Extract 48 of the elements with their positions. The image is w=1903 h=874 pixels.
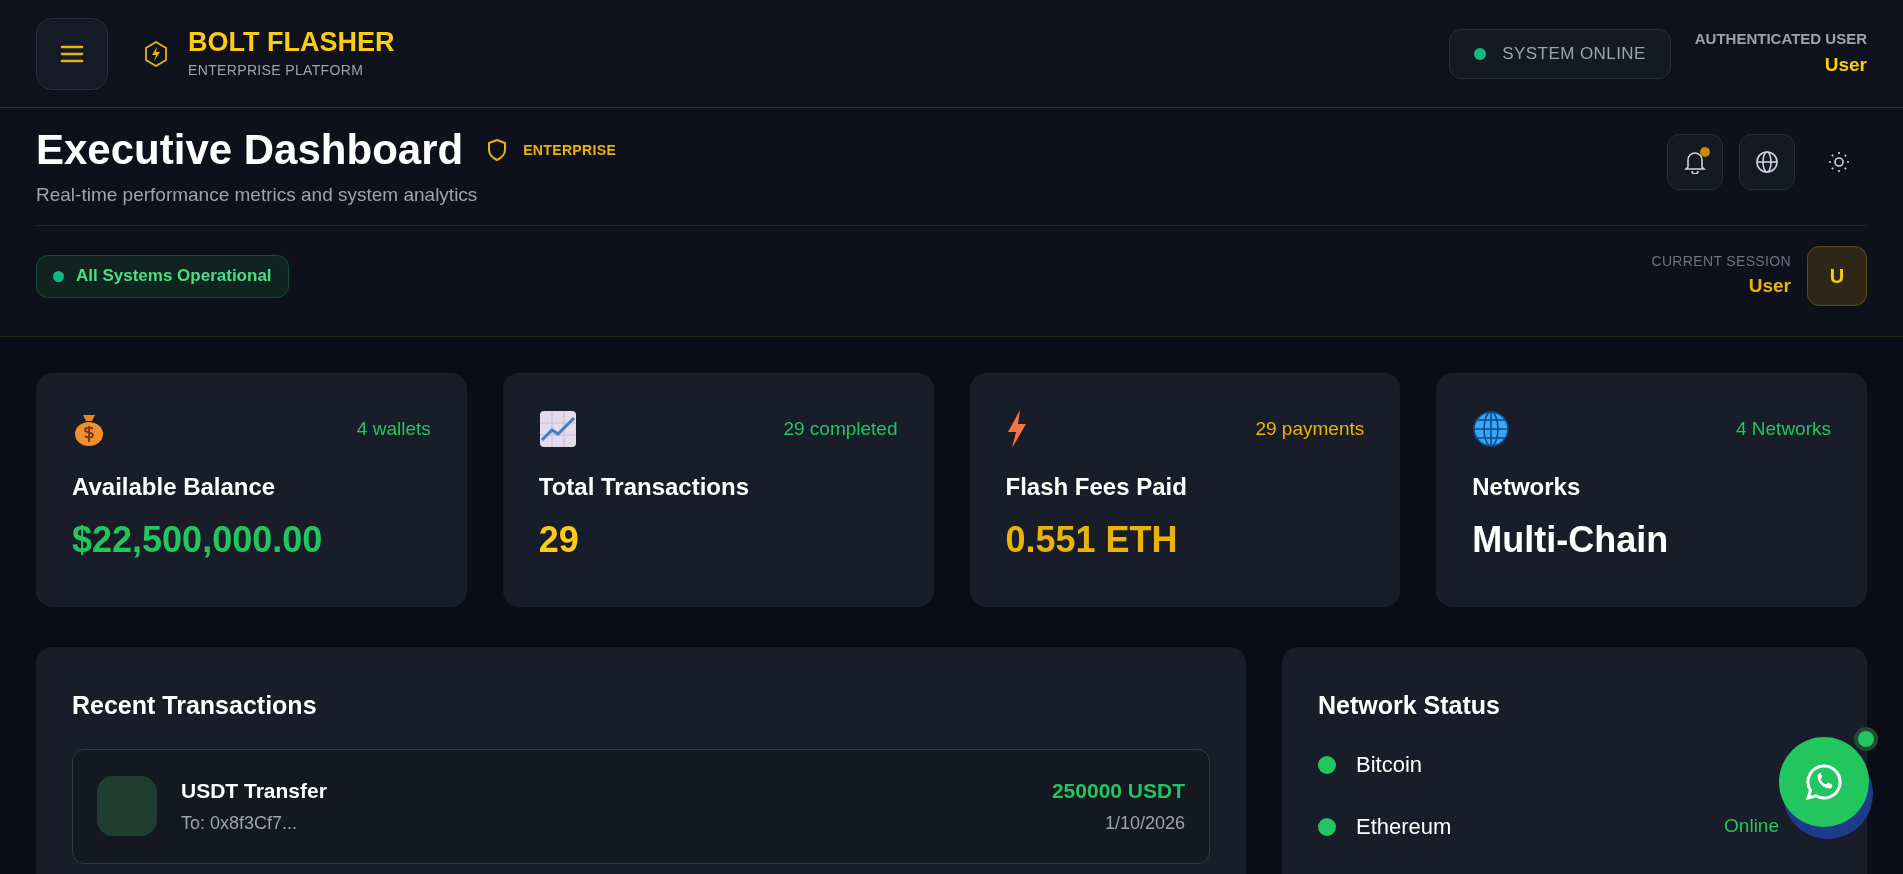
stat-note: 29 payments <box>1255 416 1365 441</box>
transaction-date: 1/10/2026 <box>1104 812 1185 836</box>
lightning-icon <box>1005 410 1028 448</box>
transaction-amount: 250000 USDT <box>1051 777 1185 804</box>
transaction-icon-tile <box>97 776 157 836</box>
user-name: User <box>1824 52 1867 77</box>
session-caption: CURRENT SESSION <box>1651 252 1791 272</box>
globe-icon <box>1472 410 1511 448</box>
page-title: Executive Dashboard <box>36 125 464 175</box>
sun-icon <box>1827 150 1851 174</box>
operational-status-label: All Systems Operational <box>76 265 272 288</box>
stat-label: Total Transactions <box>538 472 751 502</box>
language-button[interactable] <box>1739 134 1795 190</box>
session-user-name: User <box>1748 274 1791 299</box>
stat-value: Multi-Chain <box>1472 518 1670 562</box>
stat-label: Available Balance <box>72 472 277 502</box>
transaction-recipient: To: 0x8f3Cf7... <box>181 812 299 836</box>
user-avatar[interactable]: U <box>1807 246 1867 306</box>
stat-value: $22,500,000.00 <box>72 518 324 562</box>
stat-value: 0.551 ETH <box>1005 518 1179 562</box>
stat-label: Flash Fees Paid <box>1005 472 1188 502</box>
stat-value: 29 <box>538 518 580 562</box>
menu-icon <box>60 43 84 64</box>
stat-note: 4 wallets <box>356 416 431 441</box>
shield-icon <box>487 139 508 162</box>
stat-label: Networks <box>1472 472 1582 502</box>
globe-icon <box>1755 150 1779 174</box>
network-name: Ethereum <box>1356 813 1452 841</box>
bell-icon <box>1684 150 1706 174</box>
enterprise-label: ENTERPRISE <box>523 140 617 160</box>
network-name: Bitcoin <box>1356 751 1423 779</box>
line-chart-icon <box>538 410 577 448</box>
hexagon-bolt-logo-icon <box>144 40 168 67</box>
menu-button[interactable] <box>36 17 108 90</box>
stat-note: 4 Networks <box>1735 416 1831 441</box>
card-title: Recent Transactions <box>72 690 318 721</box>
stat-note: 29 completed <box>783 416 898 441</box>
brand-subtitle: ENTERPRISE PLATFORM <box>188 60 365 80</box>
system-status-label: SYSTEM ONLINE <box>1502 42 1646 65</box>
notifications-button[interactable] <box>1667 134 1723 190</box>
page-subtitle: Real-time performance metrics and system analytics <box>36 182 479 207</box>
user-caption: AUTHENTICATED USER <box>1694 29 1867 49</box>
transaction-title: USDT Transfer <box>181 777 327 804</box>
card-title: Network Status <box>1318 690 1501 721</box>
brand-title: BOLT FLASHER <box>188 26 395 60</box>
transaction-row[interactable]: USDT Transfer To: 0x8f3Cf7... 250000 USDT 1/10/2026 <box>72 748 1210 864</box>
network-status-label: Online <box>1724 814 1779 839</box>
chat-phone-icon <box>1805 763 1843 801</box>
